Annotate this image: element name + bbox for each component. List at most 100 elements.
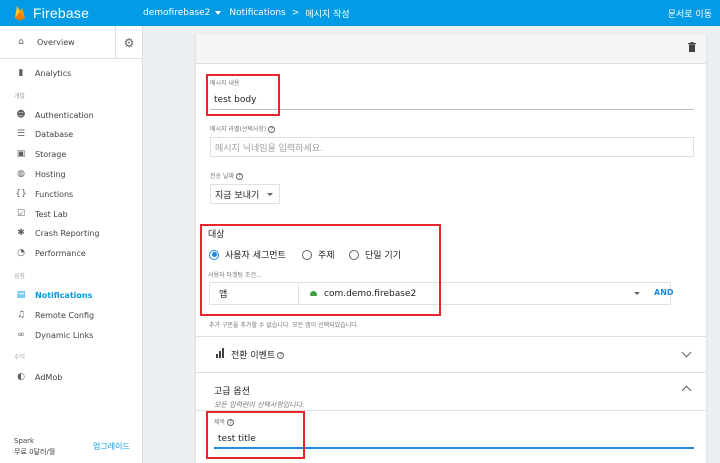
breadcrumb-notifications[interactable]: Notifications (229, 8, 285, 18)
message-text-input[interactable]: test body (210, 91, 694, 110)
delivery-date-label: 전송 날짜? (210, 171, 243, 180)
condition-type-select[interactable]: 앱 (210, 283, 299, 304)
message-label-label: 메시지 라벨(선택사항)? (210, 124, 276, 133)
remote-config-icon: ♫ (16, 310, 26, 320)
chevron-down-icon[interactable] (634, 292, 640, 295)
breadcrumb-current: 메시지 작성 (305, 9, 350, 20)
top-app-bar: Firebase demofirebase2 Notifications > 메… (0, 0, 720, 26)
condition-app-select[interactable]: com.demo.firebase2 (310, 283, 650, 304)
help-icon[interactable]: ? (227, 419, 235, 426)
divider (196, 336, 706, 337)
sidebar-item-dynamic-links[interactable]: ∞ Dynamic Links (0, 326, 142, 344)
sidebar-item-notifications[interactable]: ▤ Notifications (0, 286, 142, 304)
globe-icon: ◍ (17, 169, 25, 179)
message-label-input[interactable]: 메시지 닉네임을 입력하세요. (210, 137, 694, 157)
sidebar-item-hosting[interactable]: ◍ Hosting (0, 165, 142, 183)
section-develop: 개발 (14, 93, 26, 100)
functions-icon: {} (15, 189, 27, 199)
message-text-label: 메시지 내용 (210, 80, 240, 87)
sidebar-item-label: Authentication (35, 110, 94, 120)
radio-selected-icon (209, 249, 219, 260)
divider (196, 410, 706, 411)
plan-info: Spark 무료 0달러/월 (14, 436, 55, 458)
chevron-down-icon (267, 192, 274, 196)
sidebar-item-label: Analytics (35, 68, 72, 78)
title-input[interactable]: test title (214, 430, 694, 449)
sidebar-item-authentication[interactable]: ☻ Authentication (0, 106, 142, 124)
trash-icon[interactable] (688, 42, 696, 52)
link-icon: ∞ (17, 330, 25, 340)
speedometer-icon: ◔ (17, 248, 25, 258)
target-title: 대상 (208, 230, 225, 240)
chevron-down-icon[interactable] (681, 347, 692, 358)
bar-chart-icon: ▮ (18, 68, 24, 78)
and-button[interactable]: AND (654, 288, 674, 297)
sidebar-item-analytics[interactable]: ▮ Analytics (0, 64, 142, 82)
plan-name: Spark (14, 437, 35, 445)
upgrade-button[interactable]: 업그레이드 (93, 441, 130, 452)
help-icon[interactable]: ? (277, 352, 285, 359)
sidebar-overview[interactable]: ⌂ Overview ⚙ (0, 26, 142, 59)
condition-app-value: com.demo.firebase2 (324, 288, 417, 299)
condition-type-value: 앱 (219, 290, 228, 300)
message-text-value: test body (214, 95, 257, 105)
sidebar-item-performance[interactable]: ◔ Performance (0, 244, 142, 262)
title-label: 제목? (214, 417, 235, 426)
clipboard-icon: ☑ (16, 209, 26, 219)
firebase-logo[interactable]: Firebase (0, 0, 143, 26)
radio-label: 주제 (318, 251, 335, 261)
project-selector[interactable]: demofirebase2 (143, 8, 210, 18)
radio-label: 단일 기기 (365, 251, 401, 261)
sidebar-item-admob[interactable]: ◐ AdMob (0, 368, 142, 386)
delivery-date-select[interactable]: 지금 보내기 (210, 184, 280, 204)
people-icon: ☻ (16, 110, 26, 120)
radio-user-segment[interactable]: 사용자 세그먼트 (209, 248, 286, 261)
panel-header (196, 34, 706, 64)
sidebar-item-database[interactable]: ☰ Database (0, 125, 142, 143)
advanced-options-title[interactable]: 고급 옵션 (214, 384, 250, 397)
gear-icon[interactable]: ⚙ (115, 26, 142, 59)
android-icon (310, 291, 317, 296)
sidebar-item-label: Functions (35, 189, 74, 199)
radio-unselected-icon (302, 249, 312, 260)
chevron-up-icon[interactable] (681, 385, 692, 396)
sidebar-item-label: Database (35, 129, 74, 139)
help-icon[interactable]: ? (268, 126, 276, 133)
breadcrumb-separator: > (291, 8, 300, 18)
sidebar-item-test-lab[interactable]: ☑ Test Lab (0, 205, 142, 223)
sidebar-item-label: Overview (37, 37, 75, 47)
message-label-text: 메시지 라벨(선택사항) (210, 126, 267, 133)
sidebar-item-label: Crash Reporting (35, 228, 100, 238)
bar-chart-icon (216, 348, 224, 358)
admob-icon: ◐ (17, 372, 25, 382)
help-icon[interactable]: ? (236, 173, 243, 180)
sidebar-item-remote-config[interactable]: ♫ Remote Config (0, 306, 142, 324)
plan-price: 무료 0달러/월 (14, 448, 56, 456)
radio-topic[interactable]: 주제 (302, 248, 335, 261)
sidebar-item-label: Performance (35, 248, 86, 258)
radio-unselected-icon (349, 249, 359, 260)
sidebar-item-crash-reporting[interactable]: ✱ Crash Reporting (0, 224, 142, 242)
bug-icon: ✱ (17, 228, 25, 238)
sidebar-item-functions[interactable]: {} Functions (0, 185, 142, 203)
sidebar-item-label: Hosting (35, 169, 66, 179)
sidebar-item-label: Test Lab (35, 209, 68, 219)
docs-link[interactable]: 문서로 이동 (668, 7, 712, 20)
section-earn: 수익 (14, 354, 26, 361)
sidebar-item-label: Notifications (35, 290, 93, 300)
radio-label: 사용자 세그먼트 (225, 251, 286, 261)
chevron-down-icon[interactable] (215, 11, 222, 15)
sidebar-item-label: Storage (35, 149, 67, 159)
sidebar-item-label: AdMob (35, 372, 63, 382)
home-icon: ⌂ (18, 37, 24, 47)
conversion-events-title[interactable]: 전환 이벤트? (231, 348, 285, 361)
radio-single-device[interactable]: 단일 기기 (349, 248, 401, 261)
sidebar: ⌂ Overview ⚙ ▮ Analytics 개발 ☻ Authenticati… (0, 26, 143, 463)
advanced-options-subtitle: 모든 입력란이 선택사항입니다. (214, 401, 305, 409)
condition-note: 추가 구문을 추가할 수 없습니다. 모든 앱이 선택되었습니다. (209, 322, 359, 329)
delivery-date-text: 전송 날짜 (210, 173, 234, 180)
title-value: test title (218, 433, 256, 444)
sidebar-item-storage[interactable]: ▣ Storage (0, 145, 142, 163)
compose-message-panel: 메시지 내용 test body 메시지 라벨(선택사항)? 메시지 닉네임을 … (196, 34, 706, 463)
conversion-events-text: 전환 이벤트 (231, 351, 276, 361)
